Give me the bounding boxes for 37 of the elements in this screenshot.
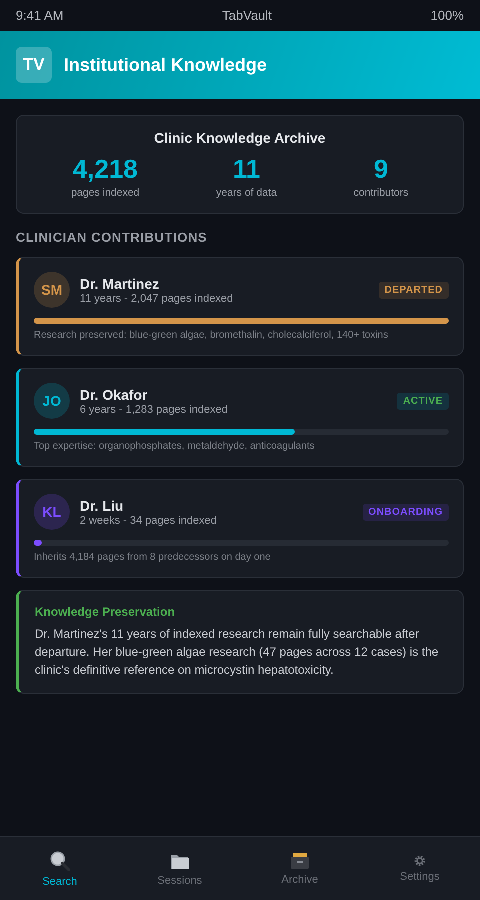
summary-title: Clinic Knowledge Archive [154,130,326,146]
stat-label: pages indexed [71,187,140,199]
status-title: TabVault [222,8,272,23]
tab[interactable]: Sessions [120,837,240,900]
avatar: SM [34,272,70,308]
battery-level: 100% [430,8,464,23]
stat-value: 9 [374,154,388,185]
search-icon [49,850,71,872]
app-logo: TV [16,47,52,83]
clinician-meta: 11 years - 2,047 pages indexed [80,292,234,304]
status-badge: ACTIVE [397,392,449,410]
page-title: Institutional Knowledge [64,54,267,76]
avatar: JO [34,383,70,419]
clinician-name: Dr. Martinez [80,276,160,292]
tab[interactable]: Search [0,837,120,900]
settings-icon [414,854,426,866]
clinician-meta: 6 years - 1,283 pages indexed [80,404,229,416]
tab[interactable]: Settings [360,837,480,900]
callout-title: Knowledge Preservation [35,605,176,619]
stat-label: contributors [354,187,409,199]
stat-label: years of data [216,187,278,199]
clinician-note: Top expertise: organophosphates, metaldehyde, anticoagulants [34,441,316,452]
avatar: KL [34,494,70,530]
clinician-note: Research preserved: blue-green algae, bromethalin, cholecalciferol, 140+ toxins [34,330,390,341]
stat-value: 4,218 [72,154,138,185]
status-time: 9:41 AM [16,8,64,23]
file-cabinet-icon [290,852,310,870]
clinician-meta: 2 weeks - 34 pages indexed [80,514,218,526]
stat-value: 11 [232,154,260,185]
tab[interactable]: Archive [240,837,360,900]
clinician-name: Dr. Liu [80,498,125,514]
clinician-name: Dr. Okafor [80,386,149,402]
clinician-note: Inherits 4,184 pages from 8 predecessors on day one [34,552,272,563]
section-title: CLINICIAN CONTRIBUTIONS [16,230,208,245]
status-badge: DEPARTED [378,282,449,298]
status-badge: ONBOARDING [362,504,449,520]
callout-text: Dr. Martinez's 11 years of indexed research remain fully searchable after departure. Her blue-green algae research (47 pages across 12 cases) is the clinic's definitive reference on microcystin hepatotoxicity. [35,626,440,679]
